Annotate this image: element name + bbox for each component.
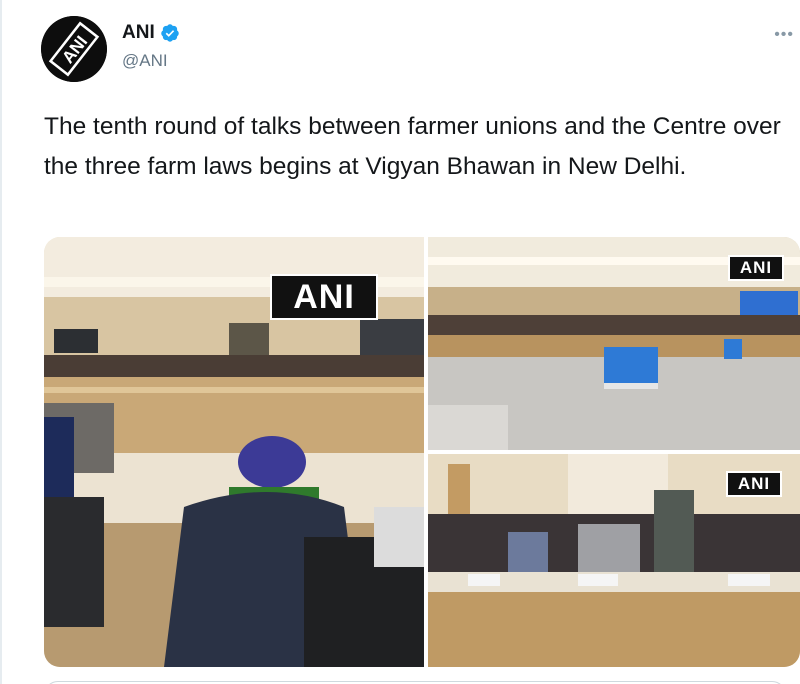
tweet-card[interactable]: ANI ANI @ANI ••• The tenth round of talk… bbox=[0, 0, 800, 684]
avatar[interactable]: ANI bbox=[41, 16, 107, 82]
author-block: ANI @ANI bbox=[122, 22, 180, 71]
ani-watermark: ANI bbox=[726, 471, 782, 497]
verified-badge-icon bbox=[160, 23, 180, 43]
tweet-text: The tenth round of talks between farmer … bbox=[44, 113, 781, 180]
ani-watermark: ANI bbox=[270, 274, 378, 320]
display-name[interactable]: ANI bbox=[122, 22, 155, 44]
tweet-photo-3[interactable]: ANI bbox=[428, 454, 800, 667]
ani-logo-icon: ANI bbox=[41, 16, 107, 82]
more-options-icon[interactable]: ••• bbox=[774, 26, 794, 44]
tweet-photo-2[interactable]: ANI bbox=[428, 237, 800, 450]
timeline-border bbox=[0, 0, 2, 684]
media-grid: ANI ANI ANI bbox=[44, 237, 800, 667]
tweet-photo-1[interactable]: ANI bbox=[44, 237, 424, 667]
ani-watermark: ANI bbox=[728, 255, 784, 281]
user-handle[interactable]: @ANI bbox=[122, 51, 180, 71]
